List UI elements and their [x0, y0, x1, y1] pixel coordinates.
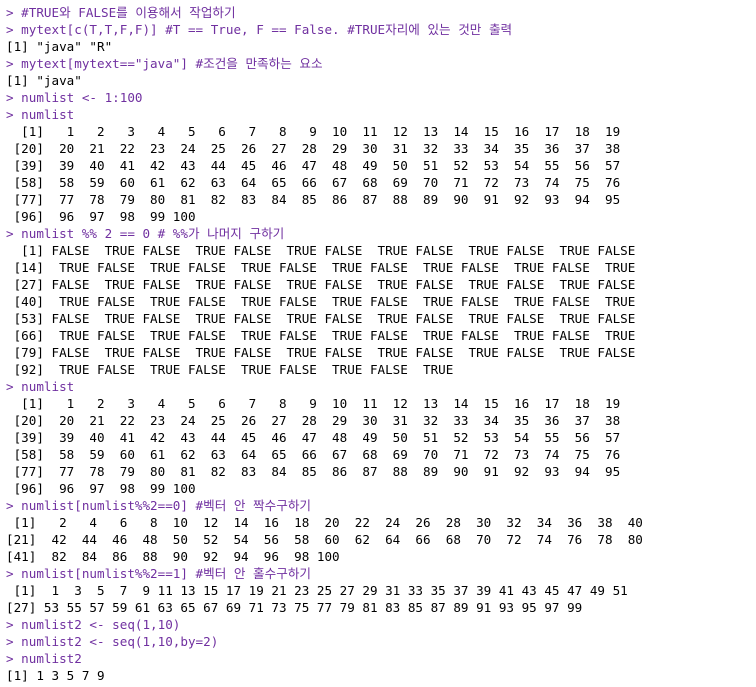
console-input-line: > numlist — [6, 107, 75, 122]
console-output-line: [1] 2 4 6 8 10 12 14 16 18 20 22 24 26 2… — [6, 515, 643, 530]
console-input-line: > numlist2 <- seq(1,10) — [6, 617, 181, 632]
console-output-line: [58] 58 59 60 61 62 63 64 65 66 67 68 69… — [6, 175, 621, 190]
console-output-line: [77] 77 78 79 80 81 82 83 84 85 86 87 88… — [6, 464, 621, 479]
console-output-line: [1] 1 2 3 4 5 6 7 8 9 10 11 12 13 14 15 … — [6, 124, 621, 139]
console-output-line: [27] FALSE TRUE FALSE TRUE FALSE TRUE FA… — [6, 277, 636, 292]
console-output-line: [1] 1 2 3 4 5 6 7 8 9 10 11 12 13 14 15 … — [6, 396, 621, 411]
console-output-line: [92] TRUE FALSE TRUE FALSE TRUE FALSE TR… — [6, 362, 454, 377]
console-output-line: [21] 42 44 46 48 50 52 54 56 58 60 62 64… — [6, 532, 643, 547]
console-output-line: [96] 96 97 98 99 100 — [6, 209, 196, 224]
console-output-line: [96] 96 97 98 99 100 — [6, 481, 196, 496]
console-output-line: [20] 20 21 22 23 24 25 26 27 28 29 30 31… — [6, 413, 621, 428]
console-output-line: [1] "java" — [6, 73, 82, 88]
console-input-line: > numlist — [6, 379, 75, 394]
console-output-line: [1] 1 3 5 7 9 11 13 15 17 19 21 23 25 27… — [6, 583, 628, 598]
console-output-line: [39] 39 40 41 42 43 44 45 46 47 48 49 50… — [6, 158, 621, 173]
console-output-line: [79] FALSE TRUE FALSE TRUE FALSE TRUE FA… — [6, 345, 636, 360]
console-output-line: [66] TRUE FALSE TRUE FALSE TRUE FALSE TR… — [6, 328, 636, 343]
console-input-line: > mytext[c(T,T,F,F)] #T == True, F == Fa… — [6, 22, 513, 37]
console-output-line: [27] 53 55 57 59 61 63 65 67 69 71 73 75… — [6, 600, 583, 615]
r-console[interactable]: > #TRUE와 FALSE를 이용해서 작업하기 > mytext[c(T,T,… — [0, 0, 756, 687]
console-input-line: > numlist2 — [6, 651, 82, 666]
console-output-line: [40] TRUE FALSE TRUE FALSE TRUE FALSE TR… — [6, 294, 636, 309]
console-input-line: > #TRUE와 FALSE를 이용해서 작업하기 — [6, 5, 236, 20]
console-input-line: > numlist <- 1:100 — [6, 90, 143, 105]
console-input-line: > mytext[mytext=="java"] #조건을 만족하는 요소 — [6, 56, 323, 71]
console-input-line: > numlist[numlist%%2==0] #벡터 안 짝수구하기 — [6, 498, 311, 513]
console-input-line: > numlist2 <- seq(1,10,by=2) — [6, 634, 219, 649]
console-output-line: [53] FALSE TRUE FALSE TRUE FALSE TRUE FA… — [6, 311, 636, 326]
console-output-line: [1] 1 3 5 7 9 — [6, 668, 105, 683]
console-input-line: > numlist %% 2 == 0 # %%가 나머지 구하기 — [6, 226, 285, 241]
console-input-line: > numlist[numlist%%2==1] #벡터 안 홀수구하기 — [6, 566, 311, 581]
console-output-line: [1] FALSE TRUE FALSE TRUE FALSE TRUE FAL… — [6, 243, 636, 258]
console-output-line: [41] 82 84 86 88 90 92 94 96 98 100 — [6, 549, 340, 564]
console-output-line: [20] 20 21 22 23 24 25 26 27 28 29 30 31… — [6, 141, 621, 156]
console-output-line: [39] 39 40 41 42 43 44 45 46 47 48 49 50… — [6, 430, 621, 445]
console-output-line: [77] 77 78 79 80 81 82 83 84 85 86 87 88… — [6, 192, 621, 207]
console-output-line: [58] 58 59 60 61 62 63 64 65 66 67 68 69… — [6, 447, 621, 462]
console-output-line: [14] TRUE FALSE TRUE FALSE TRUE FALSE TR… — [6, 260, 636, 275]
console-output-line: [1] "java" "R" — [6, 39, 113, 54]
